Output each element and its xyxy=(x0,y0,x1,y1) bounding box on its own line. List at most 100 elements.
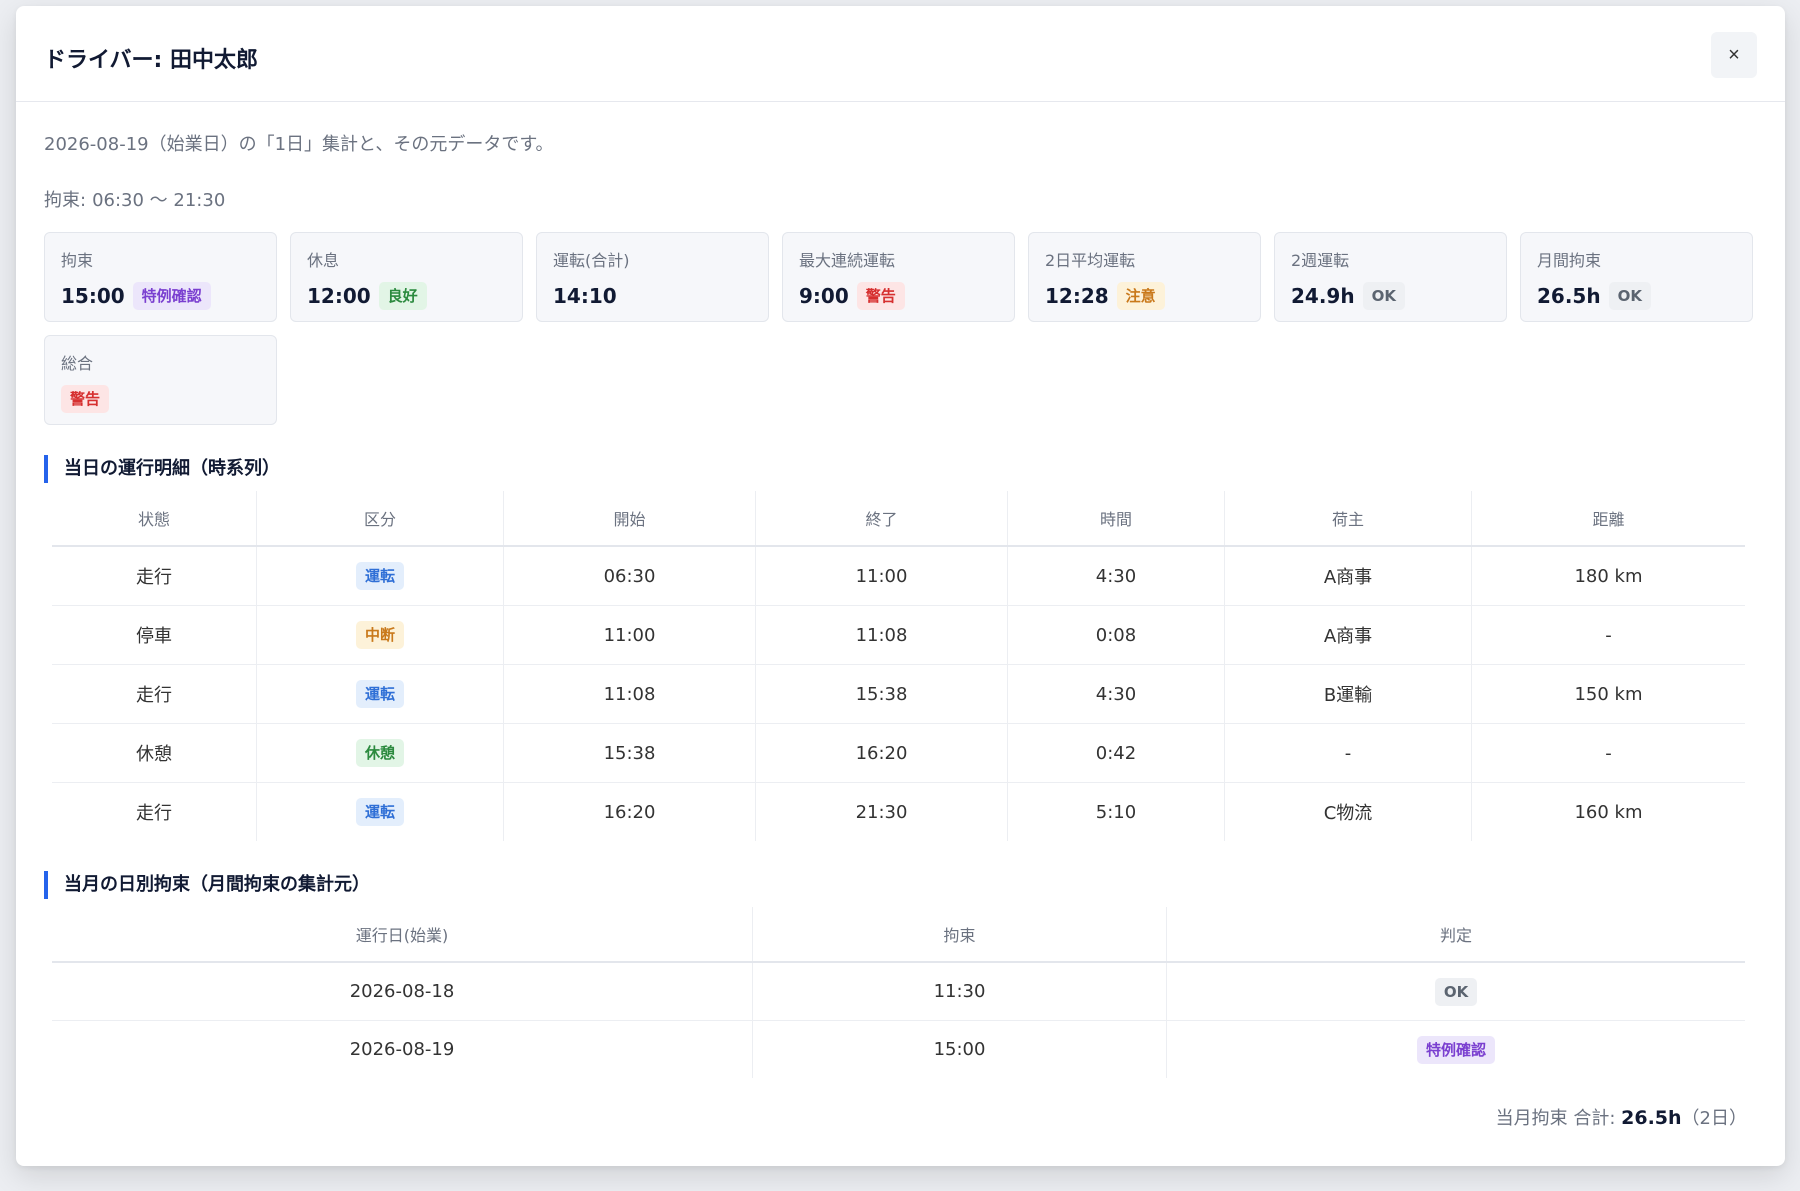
status-badge: 特例確認 xyxy=(132,282,211,310)
judgement-cell: 特例確認 xyxy=(1167,1021,1746,1079)
table-row: 2026-08-18 11:30 OK xyxy=(52,962,1745,1021)
kousoku-cell: 15:00 xyxy=(752,1020,1167,1078)
end-cell: 15:38 xyxy=(755,664,1008,724)
kousoku-range: 拘束: 06:30 〜 21:30 xyxy=(44,186,1757,212)
metric-card-monthly: 月間拘束 26.5h OK xyxy=(1520,232,1753,322)
category-cell: 中断 xyxy=(256,605,504,665)
column-header: 終了 xyxy=(755,491,1008,547)
duration-cell: 5:10 xyxy=(1007,782,1225,841)
status-badge: OK xyxy=(1608,282,1651,310)
category-cell: 運転 xyxy=(256,664,504,724)
monthly-total-days: （2日） xyxy=(1681,1108,1747,1129)
category-badge: 運転 xyxy=(355,798,404,826)
column-header: 状態 xyxy=(52,491,257,547)
shipper-cell: A商事 xyxy=(1224,546,1472,606)
column-header: 荷主 xyxy=(1224,491,1472,547)
metric-value: 9:00 xyxy=(799,284,849,308)
status-cell: 走行 xyxy=(52,664,257,724)
table-header-row: 運行日(始業) 拘束 判定 xyxy=(52,907,1745,963)
column-header: 区分 xyxy=(256,491,504,547)
judgement-badge: OK xyxy=(1434,977,1478,1006)
modal-body: 2026-08-19（始業日）の「1日」集計と、その元データです。 拘束: 06:… xyxy=(16,130,1785,1078)
close-button[interactable]: × xyxy=(1711,32,1757,78)
shipper-cell: - xyxy=(1224,723,1472,783)
judgement-cell: OK xyxy=(1166,962,1745,1021)
column-header: 距離 xyxy=(1471,491,1745,547)
category-badge: 休憩 xyxy=(355,739,404,767)
end-cell: 21:30 xyxy=(755,782,1008,841)
metric-label: 運転(合計) xyxy=(553,251,630,270)
metric-card-2week: 2週運転 24.9h OK xyxy=(1274,232,1507,322)
column-header: 拘束 xyxy=(752,907,1167,963)
table-row: 走行 運転 06:30 11:00 4:30 A商事 180 km xyxy=(52,546,1745,606)
metrics-grid: 拘束 15:00 特例確認 休息 12:00 良好 運転(合計) 14:10 最… xyxy=(44,232,1757,425)
shipper-cell: A商事 xyxy=(1224,605,1472,665)
metric-value: 26.5h xyxy=(1537,284,1601,308)
category-badge: 運転 xyxy=(355,680,404,708)
metric-card-2day-avg: 2日平均運転 12:28 注意 xyxy=(1028,232,1261,322)
distance-cell: 160 km xyxy=(1574,801,1643,823)
duration-cell: 0:42 xyxy=(1007,723,1225,783)
metric-card-max-continuous: 最大連続運転 9:00 警告 xyxy=(782,232,1015,322)
distance-cell: 150 km xyxy=(1471,664,1745,724)
metric-value: 14:10 xyxy=(553,284,617,308)
kousoku-range-value: 06:30 〜 21:30 xyxy=(92,190,226,211)
column-header: 判定 xyxy=(1166,907,1745,963)
kousoku-label: 拘束: xyxy=(44,190,87,211)
metric-card-rest: 休息 12:00 良好 xyxy=(290,232,523,322)
modal-title: ドライバー: 田中太郎 xyxy=(44,48,259,73)
date-cell: 2026-08-18 xyxy=(52,962,753,1021)
table-header-row: 状態 区分 開始 終了 時間 荷主 距離 xyxy=(52,491,1745,547)
metric-label: 最大連続運転 xyxy=(799,251,896,270)
column-header: 開始 xyxy=(503,491,756,547)
description-text: 2026-08-19（始業日）の「1日」集計と、その元データです。 xyxy=(44,134,554,155)
metric-value: 12:28 xyxy=(1045,284,1109,308)
status-cell: 走行 xyxy=(52,782,257,841)
driver-detail-modal: ドライバー: 田中太郎 × 2026-08-19（始業日）の「1日」集計と、その… xyxy=(16,6,1785,1166)
distance-cell: - xyxy=(1471,605,1745,665)
start-cell: 11:00 xyxy=(503,605,756,665)
column-header: 時間 xyxy=(1007,491,1225,547)
metric-label: 休息 xyxy=(307,251,340,270)
monthly-total: 当月拘束 合計: 26.5h（2日） xyxy=(1496,1104,1747,1130)
category-badge: 中断 xyxy=(355,621,404,649)
duration-cell: 4:30 xyxy=(1007,664,1225,724)
status-badge: 警告 xyxy=(856,282,905,310)
category-badge: 運転 xyxy=(355,562,404,590)
table-row: 休憩 休憩 15:38 16:20 0:42 - - xyxy=(52,723,1745,783)
status-badge: OK xyxy=(1362,282,1405,310)
metric-label: 拘束 xyxy=(61,251,94,270)
end-cell: 11:00 xyxy=(755,546,1008,606)
monthly-total-label: 当月拘束 合計: xyxy=(1495,1108,1616,1129)
operations-section-title: 当日の運行明細（時系列） xyxy=(44,455,1757,483)
metric-value: 12:00 xyxy=(307,284,371,308)
monthly-table: 運行日(始業) 拘束 判定 2026-08-18 11:30 OK 2026-0… xyxy=(52,907,1745,1078)
duration-cell: 0:08 xyxy=(1007,605,1225,665)
start-cell: 11:08 xyxy=(503,664,756,724)
metric-label: 総合 xyxy=(61,354,94,373)
metric-label: 2日平均運転 xyxy=(1045,251,1136,270)
metric-card-driving-total: 運転(合計) 14:10 xyxy=(536,232,769,322)
date-cell: 2026-08-19 xyxy=(52,1020,753,1078)
start-cell: 06:30 xyxy=(503,546,756,606)
status-badge: 注意 xyxy=(1116,282,1165,310)
table-row: 2026-08-19 15:00 特例確認 xyxy=(52,1020,1746,1079)
duration-cell: 4:30 xyxy=(1007,546,1225,606)
table-row: 停車 中断 11:00 11:08 0:08 A商事 - xyxy=(52,605,1745,665)
column-header: 運行日(始業) xyxy=(52,907,753,963)
shipper-cell: B運輸 xyxy=(1224,664,1472,724)
kousoku-cell: 11:30 xyxy=(752,962,1167,1021)
category-cell: 休憩 xyxy=(256,723,504,783)
monthly-section-title: 当月の日別拘束（月間拘束の集計元） xyxy=(44,871,1757,899)
start-cell: 16:20 xyxy=(503,782,756,841)
metric-value: 15:00 xyxy=(61,284,125,308)
metric-card-overall: 総合 警告 xyxy=(44,335,277,425)
metric-value: 24.9h xyxy=(1291,284,1355,308)
metric-label: 2週運転 xyxy=(1291,251,1350,270)
category-cell: 運転 xyxy=(256,546,504,606)
status-badge: 良好 xyxy=(378,282,427,310)
end-cell: 11:08 xyxy=(755,605,1008,665)
judgement-badge: 特例確認 xyxy=(1416,1035,1495,1064)
status-badge: 警告 xyxy=(61,385,110,413)
status-cell: 走行 xyxy=(52,546,257,606)
